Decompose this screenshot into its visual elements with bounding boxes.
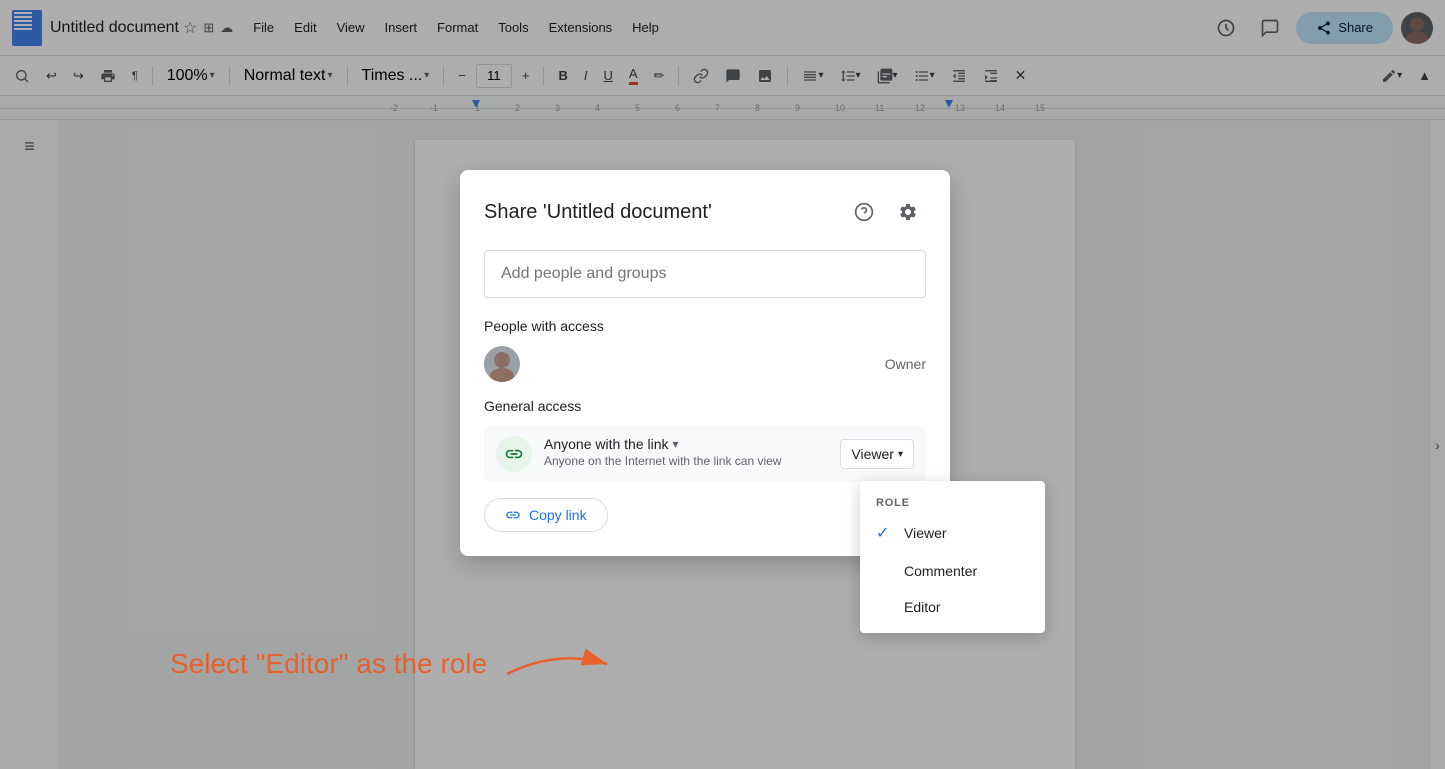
access-icon xyxy=(496,436,532,472)
viewer-role-dropdown[interactable]: Viewer ▾ xyxy=(840,439,914,469)
viewer-dropdown-arrow: ▾ xyxy=(898,449,903,460)
role-dropdown-menu: ROLE ✓ Viewer Commenter Editor xyxy=(860,481,1045,633)
dialog-header: Share 'Untitled document' xyxy=(484,194,926,230)
viewer-check-icon: ✓ xyxy=(876,523,894,543)
annotation-text: Select "Editor" as the role xyxy=(170,648,487,680)
access-dropdown-arrow[interactable]: ▾ xyxy=(673,437,679,451)
add-people-input[interactable] xyxy=(484,250,926,298)
role-item-commenter[interactable]: Commenter xyxy=(860,553,1045,589)
role-item-editor[interactable]: Editor xyxy=(860,589,1045,625)
copy-link-button[interactable]: Copy link xyxy=(484,498,608,532)
person-role: Owner xyxy=(885,356,926,372)
help-icon-btn[interactable] xyxy=(846,194,882,230)
access-row: Anyone with the link ▾ Anyone on the Int… xyxy=(484,426,926,482)
annotation: Select "Editor" as the role xyxy=(170,639,617,689)
copy-link-label: Copy link xyxy=(529,507,587,523)
settings-icon-btn[interactable] xyxy=(890,194,926,230)
role-item-viewer[interactable]: ✓ Viewer xyxy=(860,513,1045,553)
general-access-title: General access xyxy=(484,398,926,414)
access-description: Anyone on the Internet with the link can… xyxy=(544,454,828,468)
role-editor-label: Editor xyxy=(904,599,941,615)
annotation-arrow-svg xyxy=(497,639,617,689)
role-commenter-label: Commenter xyxy=(904,563,977,579)
role-dropdown-header: ROLE xyxy=(860,489,1045,513)
person-row: Owner xyxy=(484,346,926,382)
dialog-action-icons xyxy=(846,194,926,230)
role-viewer-label: Viewer xyxy=(904,525,947,541)
access-title-row: Anyone with the link ▾ xyxy=(544,436,828,452)
access-info: Anyone with the link ▾ Anyone on the Int… xyxy=(544,436,828,468)
people-section-title: People with access xyxy=(484,318,926,334)
access-type-label: Anyone with the link xyxy=(544,436,669,452)
viewer-role-label: Viewer xyxy=(851,446,894,462)
person-avatar xyxy=(484,346,520,382)
dialog-title: Share 'Untitled document' xyxy=(484,201,712,224)
